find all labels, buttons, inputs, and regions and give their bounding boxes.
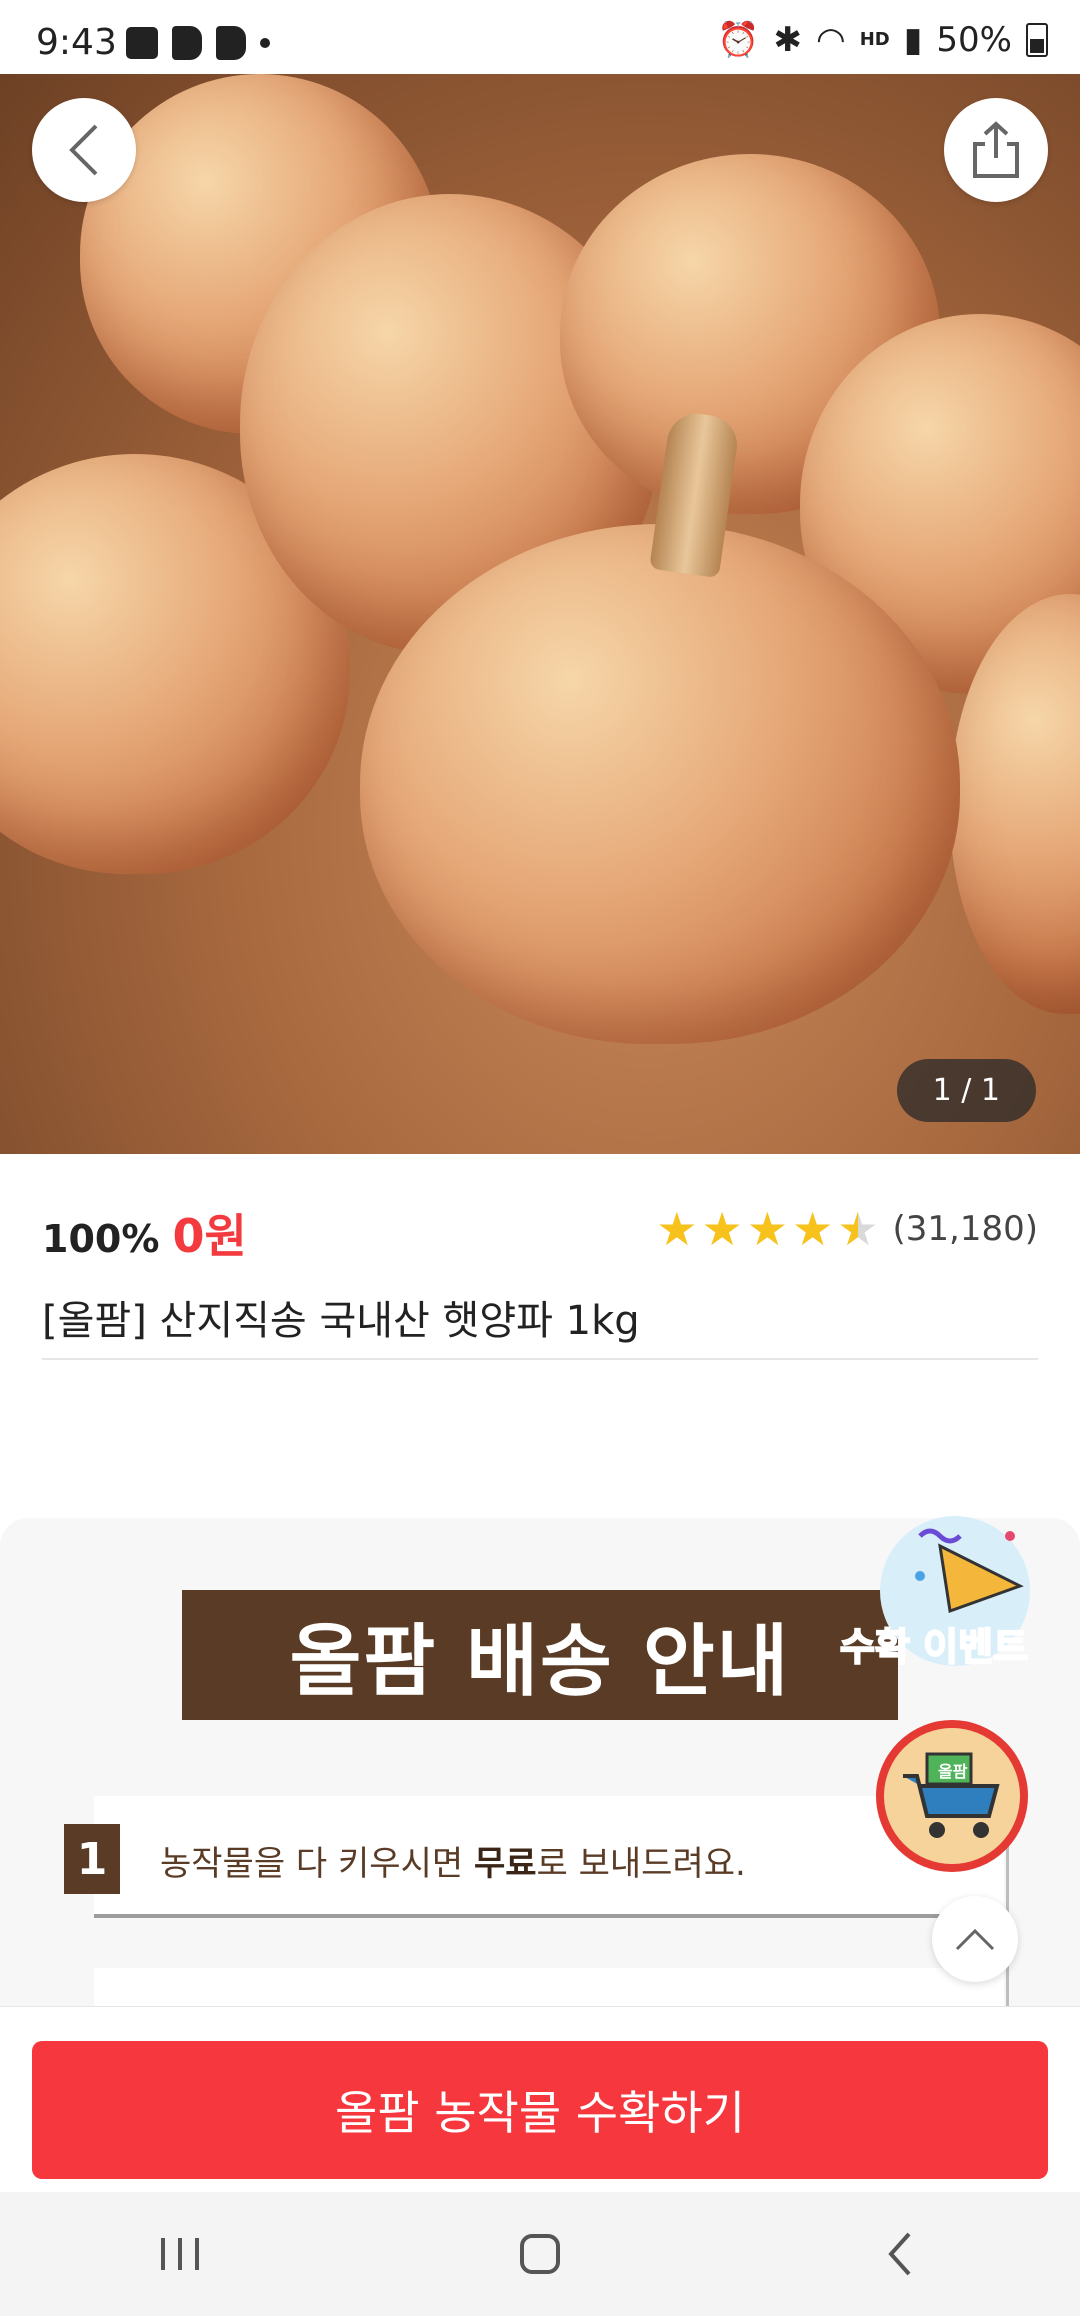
onion-shape bbox=[360, 524, 960, 1044]
recent-apps-button[interactable] bbox=[150, 2224, 210, 2284]
star-icon: ★ bbox=[746, 1202, 788, 1256]
price: 0원 bbox=[172, 1209, 247, 1263]
b-app-icon bbox=[216, 26, 246, 60]
star-icon: ★ bbox=[701, 1202, 743, 1256]
harvest-button[interactable]: 올팜 농작물 수확하기 bbox=[32, 2041, 1048, 2179]
status-time: 9:43 bbox=[36, 22, 117, 63]
image-counter: 1 / 1 bbox=[896, 1059, 1036, 1122]
product-image[interactable]: 1 / 1 bbox=[0, 74, 1080, 1154]
event-label: 수확 이벤트 bbox=[839, 1624, 1029, 1670]
battery-icon bbox=[1026, 23, 1048, 57]
guide-step: 1 농작물을 다 키우시면 무료로 보내드려요. bbox=[64, 1796, 1004, 1918]
guide-heading: 올팜 배송 안내 bbox=[182, 1590, 898, 1720]
signal-icon: ▮ bbox=[903, 20, 923, 60]
product-info: 100% 0원 ★ ★ ★ ★ ★ (31,180) [올팜] 산지직송 국내산… bbox=[42, 1200, 1038, 1346]
back-nav-button[interactable] bbox=[870, 2224, 930, 2284]
home-button[interactable] bbox=[510, 2224, 570, 2284]
recent-apps-icon bbox=[161, 2238, 199, 2270]
b-app-icon bbox=[172, 26, 202, 60]
home-icon bbox=[520, 2234, 560, 2274]
harvest-event-button[interactable]: 수확 이벤트 bbox=[839, 1496, 1060, 1696]
status-bar: 9:43 ⏰ ✱ ◠ HD ▮ 50% bbox=[0, 0, 1080, 74]
notification-icons bbox=[126, 26, 270, 60]
star-icon: ★ bbox=[792, 1202, 834, 1256]
step-text: 농작물을 다 키우시면 무료로 보내드려요. bbox=[160, 1844, 746, 1884]
battery-text: 50% bbox=[936, 20, 1012, 60]
step-number: 1 bbox=[64, 1824, 120, 1894]
alarm-icon: ⏰ bbox=[717, 20, 760, 60]
cart-button[interactable]: 올팜 bbox=[876, 1720, 1028, 1872]
share-button[interactable] bbox=[944, 98, 1048, 202]
bottom-action-bar: 올팜 농작물 수확하기 bbox=[0, 2006, 1080, 2193]
scroll-top-button[interactable] bbox=[932, 1896, 1018, 1982]
party-popper-icon bbox=[915, 1528, 1024, 1614]
chevron-up-icon bbox=[955, 1928, 995, 1951]
star-icon: ★ bbox=[656, 1202, 698, 1256]
chevron-left-icon bbox=[69, 124, 98, 176]
system-icons: ⏰ ✱ ◠ HD ▮ 50% bbox=[717, 20, 1048, 60]
discount-rate: 100% bbox=[42, 1217, 160, 1261]
half-star-icon: ★ bbox=[837, 1202, 879, 1256]
more-notifications-icon bbox=[260, 38, 270, 48]
gallery-icon bbox=[126, 27, 158, 59]
bluetooth-icon: ✱ bbox=[773, 20, 803, 60]
rating[interactable]: ★ ★ ★ ★ ★ (31,180) bbox=[656, 1206, 1038, 1252]
share-icon bbox=[973, 121, 1019, 178]
hd-voice-icon: HD bbox=[859, 29, 890, 50]
back-icon bbox=[888, 2232, 911, 2276]
rating-count: (31,180) bbox=[892, 1209, 1039, 1249]
product-title: [올팜] 산지직송 국내산 햇양파 1kg bbox=[42, 1298, 640, 1344]
back-button[interactable] bbox=[32, 98, 136, 202]
wifi-icon: ◠ bbox=[816, 20, 846, 60]
cart-badge: 올팜 bbox=[938, 1762, 968, 1781]
system-nav-bar bbox=[0, 2192, 1080, 2316]
divider bbox=[42, 1358, 1038, 1360]
